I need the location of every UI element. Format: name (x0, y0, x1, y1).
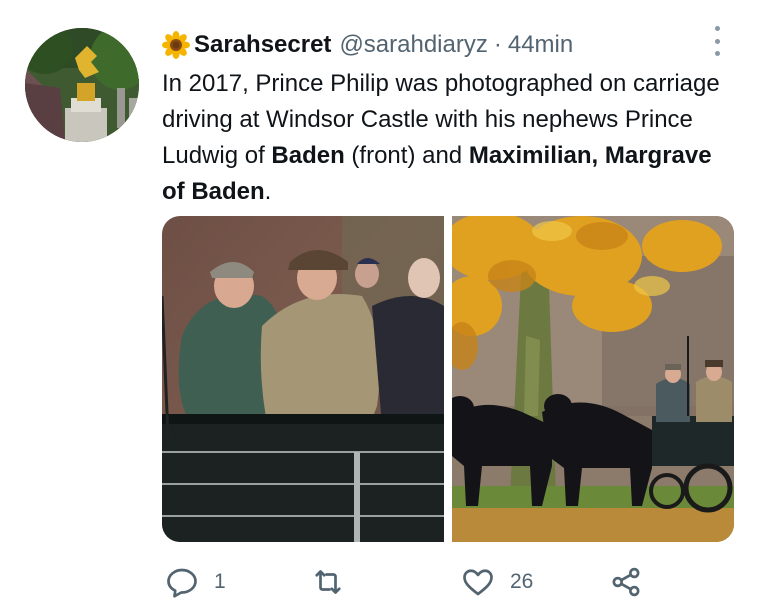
retweet-icon (315, 570, 341, 594)
sunflower-icon (162, 31, 190, 59)
heart-icon (463, 569, 493, 596)
retweet-button[interactable] (310, 560, 360, 604)
reply-button[interactable]: 1 (164, 560, 226, 604)
more-options-icon[interactable] (706, 26, 728, 56)
reply-count: 1 (214, 570, 226, 593)
tweet[interactable]: Sarahsecret @sarahdiaryz · 44min In 2017… (0, 0, 760, 616)
share-icon (612, 567, 640, 597)
tweet-text-part: (front) and (344, 142, 469, 169)
tweet-text: In 2017, Prince Philip was photographed … (162, 66, 722, 210)
tweet-text-bold: Baden (271, 142, 345, 169)
avatar-image (25, 28, 139, 142)
tweet-header: Sarahsecret @sarahdiaryz · 44min (162, 28, 573, 62)
timestamp[interactable]: 44min (508, 31, 573, 59)
separator-dot: · (493, 31, 502, 58)
avatar[interactable] (25, 28, 139, 142)
display-name[interactable]: Sarahsecret (194, 31, 331, 59)
tweet-media (162, 216, 734, 542)
tweet-text-part: . (264, 178, 272, 205)
photo-horses-autumn[interactable] (452, 216, 734, 542)
share-button[interactable] (608, 560, 644, 604)
like-count: 26 (510, 570, 534, 593)
tweet-actions: 1 26 (160, 560, 660, 604)
like-button[interactable]: 26 (460, 560, 533, 604)
photo-carriage-closeup[interactable] (162, 216, 444, 542)
user-handle[interactable]: @sarahdiaryz (339, 31, 487, 59)
reply-icon (167, 568, 197, 598)
